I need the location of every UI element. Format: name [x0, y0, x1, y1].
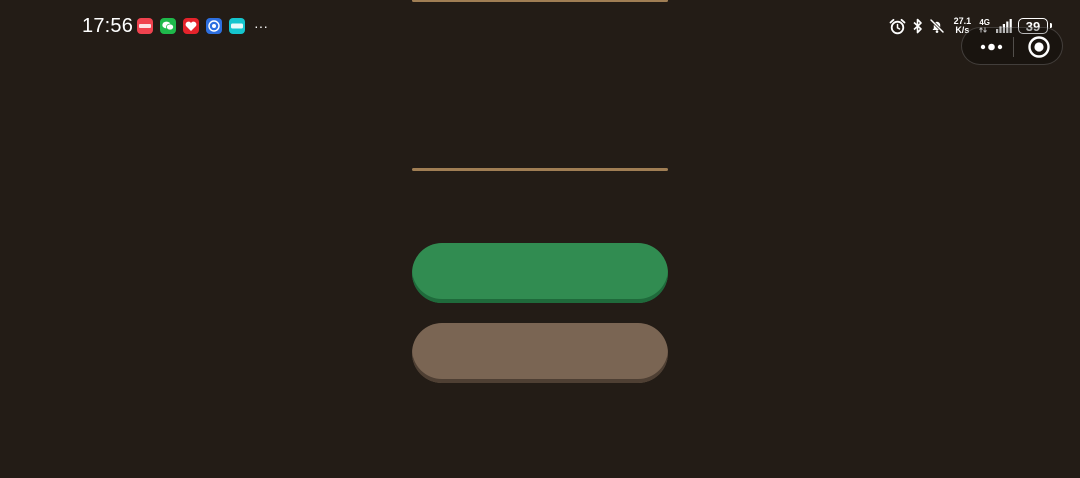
alarm-icon — [889, 18, 906, 35]
second-field-underline — [412, 168, 668, 171]
network-type-label: 4G — [979, 18, 990, 27]
mini-program-capsule — [961, 27, 1063, 65]
second-input-field[interactable] — [412, 130, 668, 164]
secondary-button[interactable] — [412, 323, 668, 383]
more-dots-icon — [980, 43, 1003, 51]
red-app-icon — [137, 18, 153, 34]
heart-app-icon — [183, 18, 199, 34]
status-time: 17:56 — [82, 15, 134, 37]
first-field-underline — [412, 0, 668, 2]
target-close-icon — [1028, 36, 1050, 58]
notification-icons: ··· — [137, 18, 268, 34]
capsule-more-button[interactable] — [972, 28, 1012, 66]
first-input-field[interactable] — [412, 40, 668, 74]
bluetooth-icon — [912, 18, 923, 34]
wechat-icon — [160, 18, 176, 34]
primary-button[interactable] — [412, 243, 668, 303]
more-notifications-icon: ··· — [254, 18, 268, 34]
blue-app-icon — [206, 18, 222, 34]
capsule-close-button[interactable] — [1022, 28, 1056, 66]
mute-bell-icon — [929, 18, 945, 34]
taptap-icon — [229, 18, 245, 34]
capsule-divider — [1013, 37, 1014, 57]
